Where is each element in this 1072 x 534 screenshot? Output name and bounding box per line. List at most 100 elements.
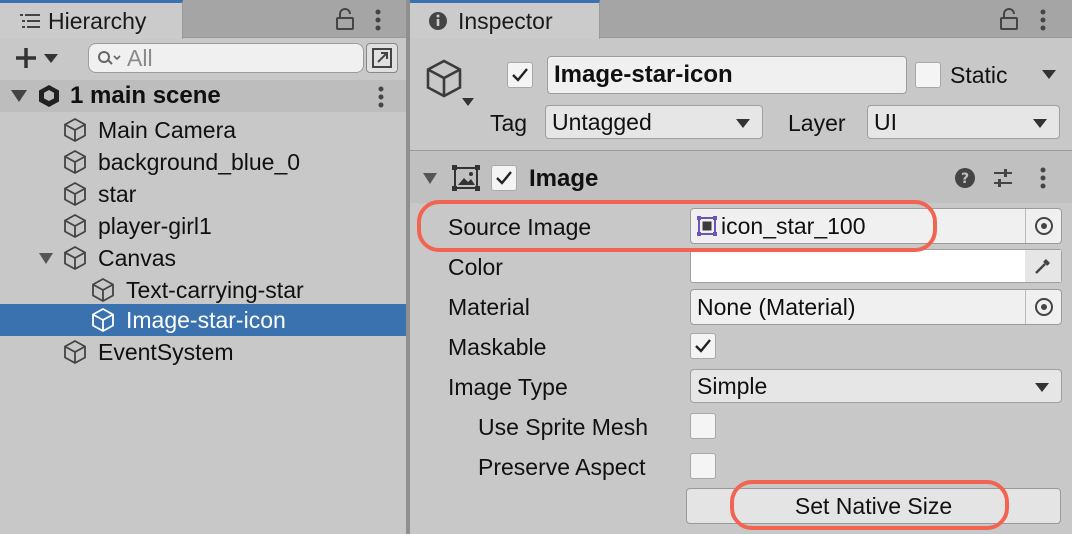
material-field[interactable]: None (Material): [690, 289, 1062, 325]
static-dropdown-chevron-icon[interactable]: [1042, 70, 1056, 79]
list-item[interactable]: Text-carrying-star: [90, 274, 304, 306]
preserve-aspect-checkbox[interactable]: [690, 453, 716, 479]
scene-header: 1 main scene: [10, 82, 221, 110]
list-item[interactable]: star: [62, 178, 136, 210]
list-item-selected[interactable]: Image-star-icon: [90, 304, 286, 336]
tab-inspector[interactable]: Inspector: [410, 0, 600, 39]
list-item[interactable]: Canvas: [38, 242, 176, 274]
gameobject-cube-icon: [62, 181, 88, 207]
help-icon[interactable]: ?: [954, 167, 976, 189]
layer-value: UI: [874, 108, 897, 135]
gameobject-cube-icon: [62, 245, 88, 271]
checkmark-icon: [511, 67, 529, 83]
expand-triangle-icon[interactable]: [38, 252, 54, 265]
unity-scene-icon: [36, 83, 62, 109]
layer-label: Layer: [788, 110, 846, 136]
list-item[interactable]: background_blue_0: [62, 146, 300, 178]
checkmark-icon: [694, 338, 712, 354]
item-label: Main Camera: [98, 116, 237, 143]
source-image-field[interactable]: icon_star_100: [690, 208, 1062, 244]
maskable-checkbox[interactable]: [690, 333, 716, 359]
foldout-triangle-icon[interactable]: [422, 172, 438, 185]
object-name-field[interactable]: Image-star-icon: [547, 56, 907, 94]
image-component-icon: [452, 165, 480, 191]
scene-visibility-button[interactable]: [366, 43, 398, 73]
gameobject-cube-icon: [90, 307, 116, 333]
object-name-value: Image-star-icon: [554, 61, 733, 88]
tab-hierarchy[interactable]: Hierarchy: [0, 0, 183, 39]
gameobject-cube-icon: [90, 277, 116, 303]
eyedropper-icon[interactable]: [1025, 250, 1061, 282]
lock-icon[interactable]: [1000, 8, 1018, 30]
item-label: Canvas: [98, 244, 176, 271]
component-title: Image: [529, 165, 599, 192]
create-button[interactable]: [14, 46, 58, 70]
item-label: player-girl1: [98, 212, 212, 239]
search-icon: [97, 50, 121, 66]
preserve-aspect-label: Preserve Aspect: [478, 454, 646, 480]
object-picker-icon[interactable]: [1025, 209, 1061, 243]
scene-name: 1 main scene: [70, 82, 221, 109]
list-icon: [20, 13, 40, 29]
icon-dropdown-arrow-icon[interactable]: [462, 98, 474, 106]
list-item[interactable]: Main Camera: [62, 114, 236, 146]
set-native-size-button[interactable]: Set Native Size: [686, 488, 1061, 524]
hierarchy-tab-label: Hierarchy: [48, 7, 147, 34]
item-label: star: [98, 180, 137, 207]
gameobject-cube-icon[interactable]: [424, 58, 468, 102]
chevron-down-icon: [736, 119, 750, 128]
object-picker-icon[interactable]: [1025, 290, 1061, 324]
component-enabled-checkbox[interactable]: [491, 165, 517, 191]
tag-dropdown[interactable]: Untagged: [545, 105, 763, 139]
hierarchy-panel: Hierarchy All 1 main scene Main Camera b…: [0, 0, 406, 534]
info-icon: [428, 11, 448, 31]
color-field[interactable]: [690, 249, 1062, 283]
image-type-value: Simple: [697, 372, 768, 399]
source-image-label: Source Image: [448, 214, 592, 240]
material-label: Material: [448, 294, 530, 320]
list-item[interactable]: player-girl1: [62, 210, 212, 242]
gameobject-cube-icon: [62, 149, 88, 175]
active-checkbox[interactable]: [507, 62, 533, 88]
sprite-icon: [697, 216, 717, 236]
svg-text:?: ?: [961, 171, 969, 187]
chevron-down-icon: [1035, 383, 1049, 392]
search-placeholder: All: [127, 44, 153, 71]
item-label: Image-star-icon: [126, 306, 286, 333]
static-checkbox[interactable]: [915, 62, 941, 88]
presets-sliders-icon[interactable]: [992, 167, 1014, 189]
more-options-icon[interactable]: [1040, 9, 1046, 31]
lock-icon[interactable]: [336, 8, 354, 30]
static-label: Static: [950, 62, 1008, 88]
chevron-down-icon: [1033, 119, 1047, 128]
component-menu-icon[interactable]: [1040, 167, 1046, 189]
item-label: background_blue_0: [98, 148, 301, 175]
layer-dropdown[interactable]: UI: [867, 105, 1060, 139]
plus-icon: [14, 46, 38, 70]
item-label: EventSystem: [98, 338, 234, 365]
expand-triangle-icon[interactable]: [10, 89, 28, 103]
use-sprite-mesh-checkbox[interactable]: [690, 413, 716, 439]
gameobject-cube-icon: [62, 213, 88, 239]
inspector-tab-label: Inspector: [458, 7, 553, 34]
use-sprite-mesh-label: Use Sprite Mesh: [478, 414, 649, 440]
chevron-down-icon: [44, 53, 58, 63]
material-value: None (Material): [697, 293, 856, 320]
scene-menu-icon[interactable]: [378, 86, 384, 108]
external-window-icon: [371, 47, 393, 69]
gameobject-cube-icon: [62, 339, 88, 365]
item-label: Text-carrying-star: [126, 276, 304, 303]
gameobject-cube-icon: [62, 117, 88, 143]
list-item[interactable]: EventSystem: [62, 336, 234, 368]
tag-label: Tag: [490, 110, 528, 136]
search-input[interactable]: All: [88, 43, 364, 73]
image-type-label: Image Type: [448, 374, 568, 400]
more-options-icon[interactable]: [375, 9, 381, 31]
tag-value: Untagged: [552, 108, 652, 135]
maskable-label: Maskable: [448, 334, 547, 360]
checkmark-icon: [495, 170, 513, 186]
color-label: Color: [448, 254, 503, 280]
inspector-panel: Inspector Image-star-icon Static Tag Unt…: [410, 0, 1072, 534]
image-type-dropdown[interactable]: Simple: [690, 369, 1062, 403]
set-native-size-label: Set Native Size: [794, 492, 953, 519]
